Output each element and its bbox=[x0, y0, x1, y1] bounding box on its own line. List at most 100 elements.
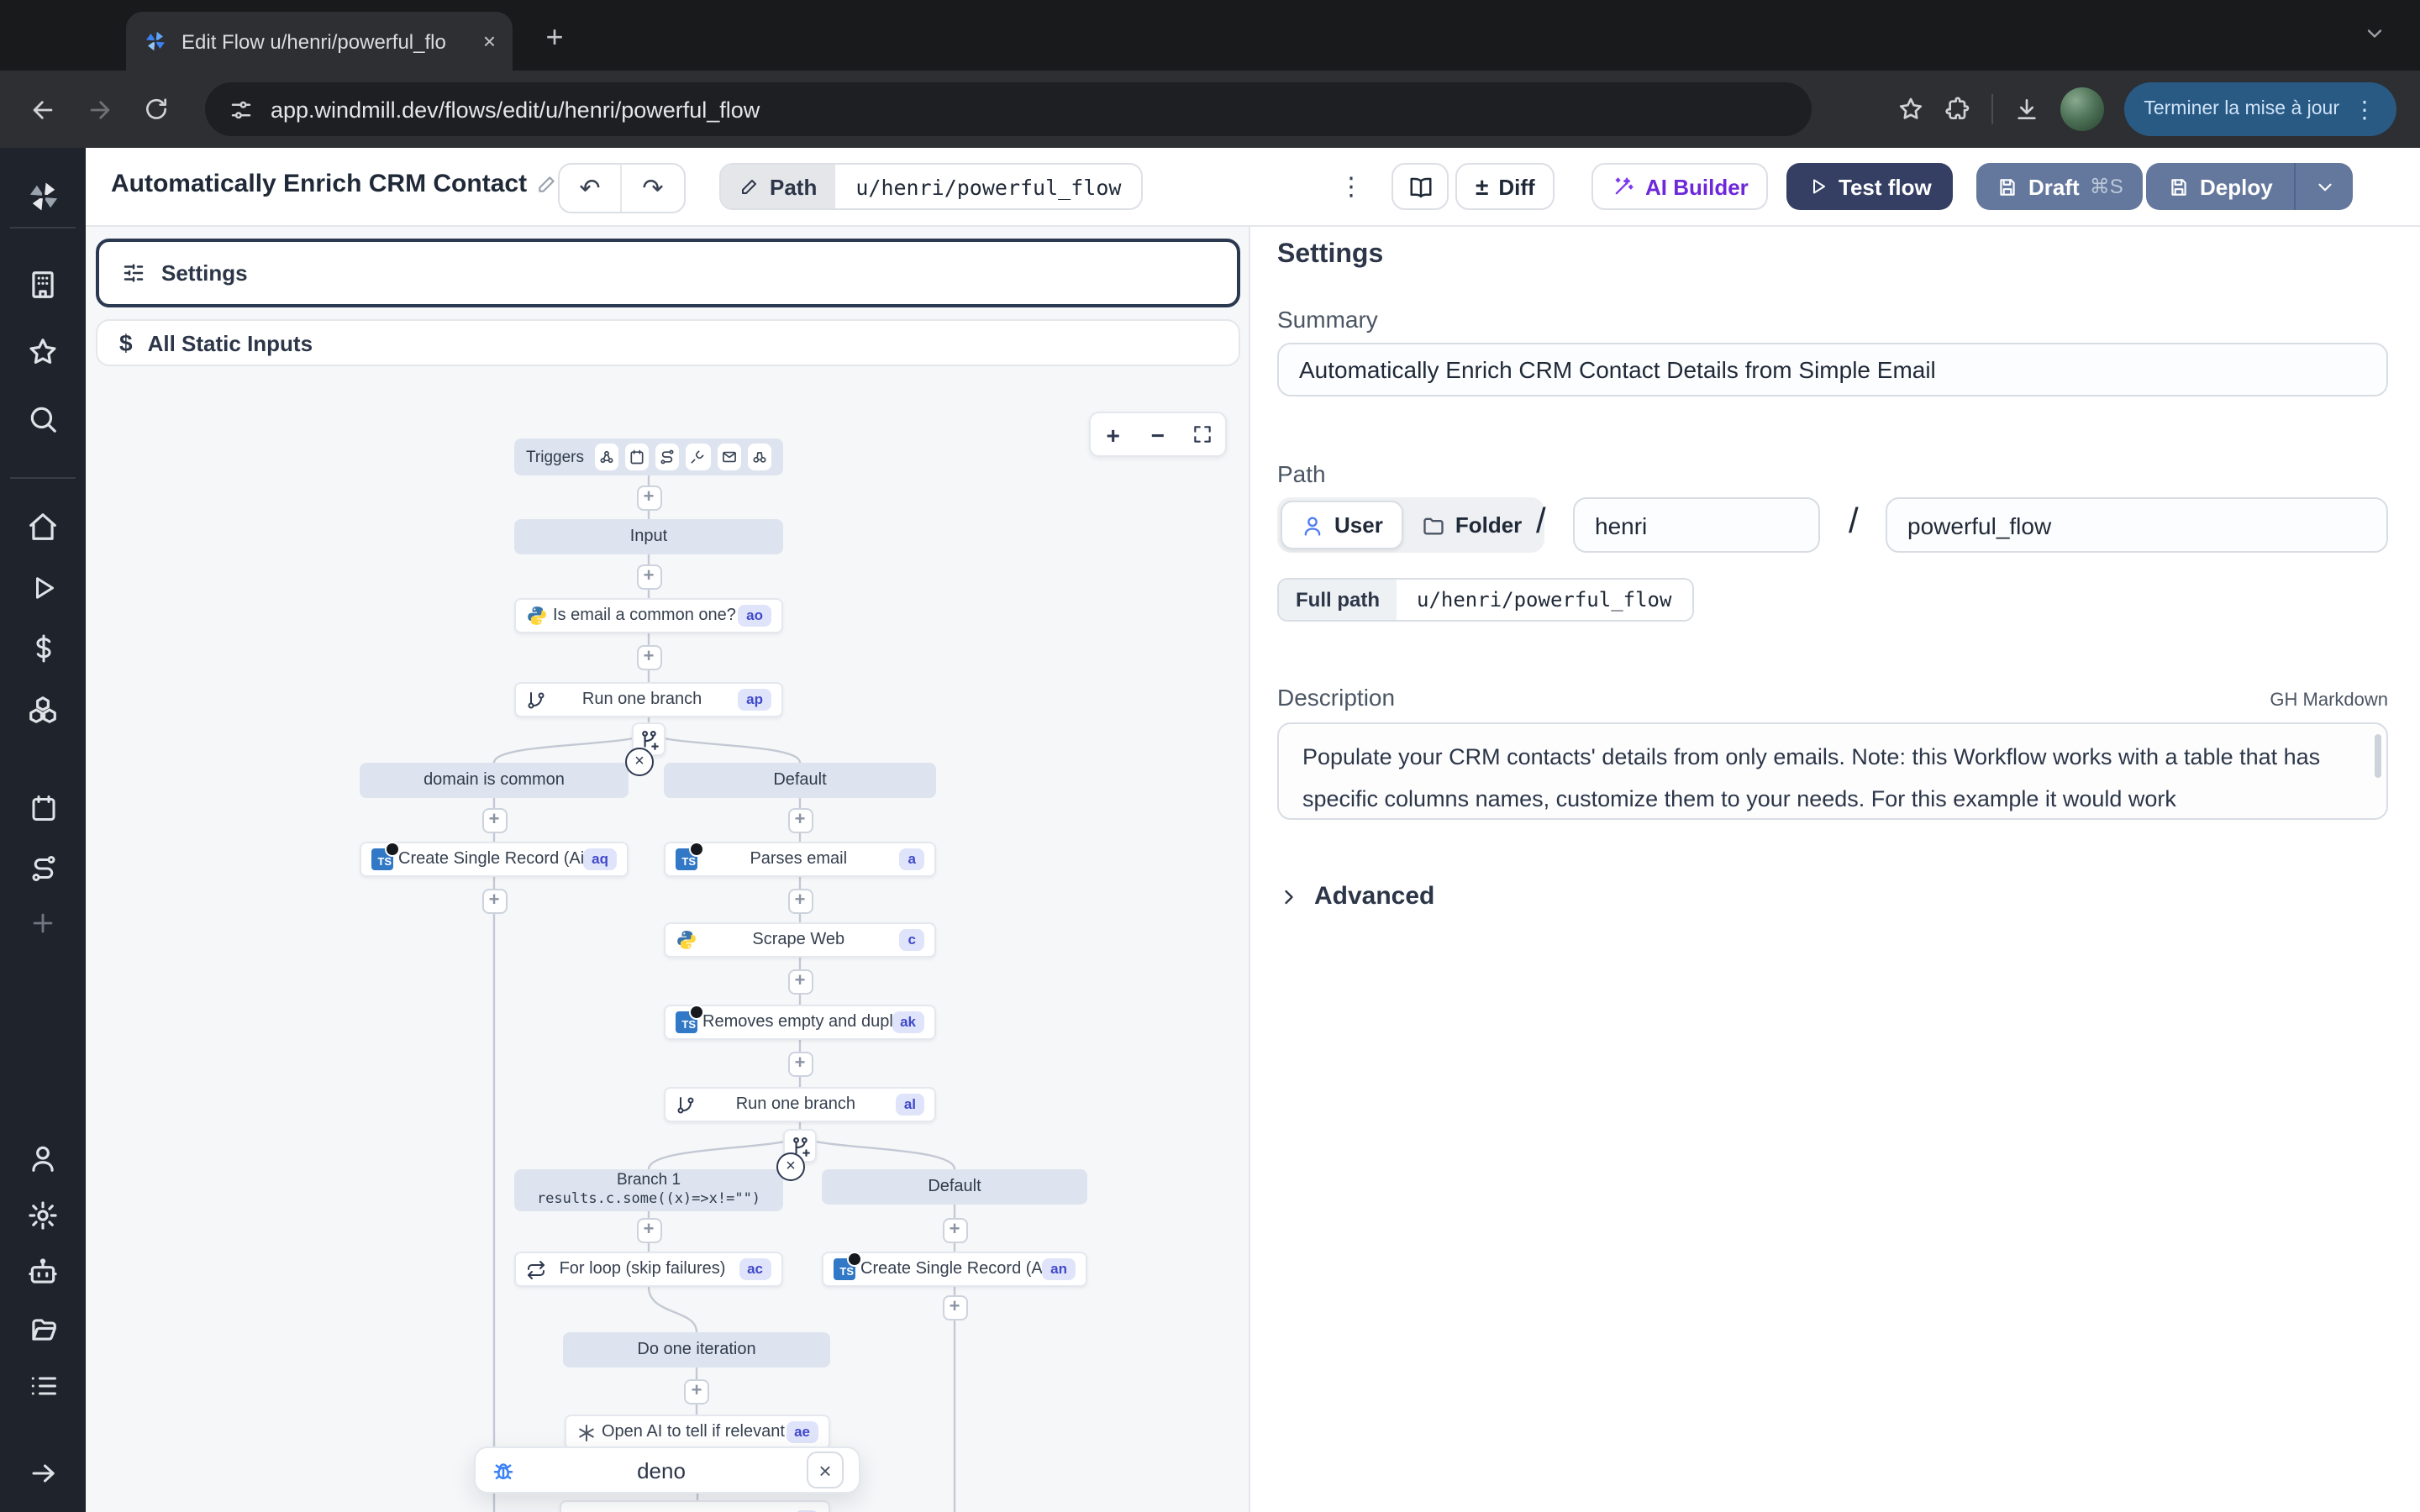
insert-step-button[interactable]: + bbox=[942, 1217, 967, 1242]
node-scrape-web[interactable]: Scrape Web c bbox=[664, 922, 936, 958]
site-settings-icon[interactable] bbox=[229, 97, 254, 122]
zoom-in-button[interactable]: + bbox=[1093, 414, 1134, 454]
owner-user-tab[interactable]: User bbox=[1281, 501, 1403, 549]
redo-button[interactable]: ↷ bbox=[622, 165, 684, 212]
node-run-one-branch-2[interactable]: Run one branch al bbox=[664, 1087, 936, 1122]
insert-step-button[interactable]: + bbox=[787, 888, 813, 913]
node-create-record-airtable-1[interactable]: TS Create Single Record (Airtable) aq bbox=[360, 842, 629, 877]
delete-branch-button[interactable]: × bbox=[625, 748, 654, 776]
tab-close-icon[interactable]: × bbox=[483, 29, 496, 54]
branch-1-header[interactable]: Branch 1 results.c.some((x)=>x!="") bbox=[514, 1169, 783, 1211]
sidebar-item-routes[interactable] bbox=[0, 843, 86, 894]
reload-button[interactable] bbox=[131, 84, 182, 134]
sidebar-item-resources[interactable] bbox=[0, 684, 86, 734]
node-removes-empty-duplicates[interactable]: TS Removes empty and duplicates ak bbox=[664, 1005, 936, 1040]
sidebar-item-logs[interactable] bbox=[0, 1361, 86, 1411]
url-bar[interactable]: app.windmill.dev/flows/edit/u/henri/powe… bbox=[205, 82, 1812, 136]
insert-step-button[interactable]: + bbox=[481, 807, 507, 832]
node-create-record-airtable-2[interactable]: TS Create Single Record (Airtable) an bbox=[822, 1252, 1087, 1287]
sidebar-item-home[interactable] bbox=[0, 501, 86, 551]
node-partial-bottom[interactable] bbox=[560, 1500, 830, 1512]
insert-step-button[interactable]: + bbox=[787, 807, 813, 832]
more-menu-button[interactable]: ⋮ bbox=[1333, 163, 1370, 210]
insert-step-button[interactable]: + bbox=[636, 485, 661, 510]
path-owner-input[interactable]: henri bbox=[1573, 497, 1820, 553]
sidebar-item-ai[interactable] bbox=[0, 1247, 86, 1297]
webhook-trigger-icon[interactable] bbox=[594, 444, 618, 470]
insert-step-button[interactable]: + bbox=[481, 888, 507, 913]
chrome-update-button[interactable]: Terminer la mise à jour ⋮ bbox=[2123, 82, 2396, 136]
node-parses-email[interactable]: TS Parses email a bbox=[664, 842, 936, 877]
download-icon[interactable] bbox=[2012, 96, 2039, 123]
branch-domain-is-common[interactable]: domain is common bbox=[360, 763, 629, 798]
textarea-scrollbar[interactable] bbox=[2375, 734, 2381, 778]
delete-branch-button[interactable]: × bbox=[776, 1152, 805, 1181]
description-textarea[interactable]: Populate your CRM contacts' details from… bbox=[1277, 722, 2388, 820]
node-for-loop[interactable]: For loop (skip failures) ac bbox=[514, 1252, 783, 1287]
browser-tab[interactable]: Edit Flow u/henri/powerful_flo × bbox=[126, 12, 513, 71]
bookmark-star-icon[interactable] bbox=[1897, 96, 1923, 123]
save-icon bbox=[2168, 176, 2190, 197]
sidebar-item-add[interactable] bbox=[0, 897, 86, 948]
node-is-email[interactable]: Is email a common one? ao bbox=[514, 598, 783, 633]
sidebar-item-users[interactable] bbox=[0, 1132, 86, 1183]
profile-avatar[interactable] bbox=[2060, 87, 2103, 131]
node-run-one-branch-1[interactable]: Run one branch ap bbox=[514, 682, 783, 717]
branch-default-1[interactable]: Default bbox=[664, 763, 936, 798]
path-button-value: u/henri/powerful_flow bbox=[835, 165, 1141, 208]
insert-step-button[interactable]: + bbox=[636, 564, 661, 589]
insert-step-button[interactable]: + bbox=[787, 1051, 813, 1076]
insert-step-button[interactable]: + bbox=[942, 1294, 967, 1320]
chrome-menu-icon[interactable]: ⋮ bbox=[2353, 95, 2376, 123]
test-flow-button[interactable]: Test flow bbox=[1786, 163, 1954, 210]
sidebar-item-runs[interactable] bbox=[0, 563, 86, 613]
draft-button[interactable]: Draft ⌘S bbox=[1976, 163, 2144, 210]
flow-title[interactable]: Automatically Enrich CRM Contact bbox=[111, 170, 557, 198]
sidebar-item-favorites[interactable] bbox=[0, 326, 86, 376]
branch-default-2[interactable]: Default bbox=[822, 1169, 1087, 1205]
deno-close-button[interactable]: × bbox=[807, 1452, 844, 1488]
deploy-button[interactable]: Deploy bbox=[2146, 163, 2296, 210]
summary-input[interactable]: Automatically Enrich CRM Contact Details… bbox=[1277, 343, 2388, 396]
new-tab-button[interactable]: + bbox=[534, 17, 575, 57]
deploy-dropdown-button[interactable] bbox=[2296, 163, 2354, 210]
sidebar-item-workspace[interactable] bbox=[0, 259, 86, 309]
windmill-logo-icon[interactable] bbox=[0, 171, 86, 222]
back-button[interactable] bbox=[17, 84, 67, 134]
forward-button[interactable] bbox=[74, 84, 124, 134]
sidebar-item-folders[interactable] bbox=[0, 1304, 86, 1354]
ai-builder-button[interactable]: AI Builder bbox=[1591, 163, 1769, 210]
watch-trigger-icon[interactable] bbox=[748, 444, 772, 470]
undo-button[interactable]: ↶ bbox=[560, 165, 622, 212]
docs-button[interactable] bbox=[1392, 163, 1449, 210]
sidebar-item-schedules[interactable] bbox=[0, 783, 86, 833]
node-openai-relevant[interactable]: Open AI to tell if relevant result ae bbox=[565, 1415, 830, 1450]
extensions-icon[interactable] bbox=[1944, 96, 1970, 123]
email-trigger-icon[interactable] bbox=[717, 444, 741, 470]
owner-folder-tab[interactable]: Folder bbox=[1403, 501, 1540, 549]
http-route-trigger-icon[interactable] bbox=[655, 444, 680, 470]
insert-step-button[interactable]: + bbox=[684, 1378, 709, 1404]
insert-step-button[interactable]: + bbox=[787, 969, 813, 994]
insert-step-button[interactable]: + bbox=[636, 1217, 661, 1242]
sidebar-item-variables[interactable] bbox=[0, 623, 86, 674]
deno-popup[interactable]: deno × bbox=[474, 1446, 860, 1494]
triggers-node[interactable]: Triggers bbox=[514, 438, 783, 475]
path-name-input[interactable]: powerful_flow bbox=[1886, 497, 2388, 553]
schedule-trigger-icon[interactable] bbox=[625, 444, 650, 470]
insert-step-button[interactable]: + bbox=[636, 644, 661, 669]
sidebar-item-settings[interactable] bbox=[0, 1189, 86, 1240]
diff-button[interactable]: ± Diff bbox=[1455, 163, 1555, 210]
sidebar-item-search[interactable] bbox=[0, 393, 86, 444]
tab-search-chevron-icon[interactable] bbox=[2363, 22, 2386, 45]
edit-pencil-icon[interactable] bbox=[535, 173, 557, 195]
url-text: app.windmill.dev/flows/edit/u/henri/powe… bbox=[271, 97, 760, 122]
advanced-toggle[interactable]: Advanced bbox=[1277, 882, 1434, 911]
do-one-iteration-node[interactable]: Do one iteration bbox=[563, 1332, 830, 1368]
fit-view-button[interactable] bbox=[1182, 414, 1223, 454]
input-node[interactable]: Input bbox=[514, 519, 783, 554]
sidebar-expand-icon[interactable] bbox=[0, 1448, 86, 1499]
path-button[interactable]: Path u/henri/powerful_flow bbox=[719, 163, 1143, 210]
websocket-trigger-icon[interactable] bbox=[687, 444, 711, 470]
zoom-out-button[interactable]: − bbox=[1138, 414, 1178, 454]
